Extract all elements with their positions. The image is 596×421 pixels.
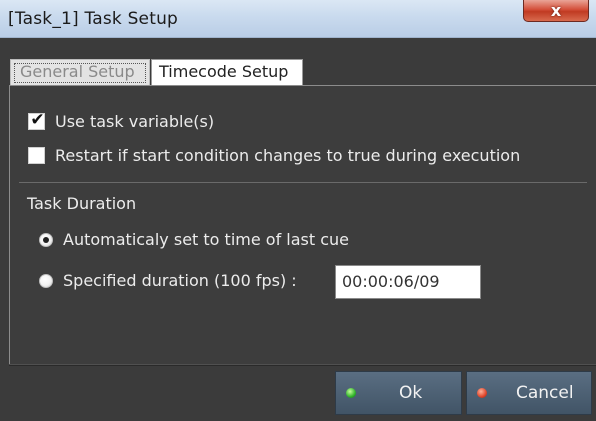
specified-duration-label: Specified duration (100 fps) : bbox=[63, 271, 297, 290]
restart-on-change-row[interactable]: Restart if start condition changes to tr… bbox=[28, 146, 520, 165]
close-button[interactable]: x bbox=[523, 0, 589, 22]
use-task-variables-label: Use task variable(s) bbox=[55, 112, 215, 131]
red-led-icon bbox=[477, 388, 487, 398]
restart-on-change-label: Restart if start condition changes to tr… bbox=[55, 146, 521, 165]
check-icon: ✔ bbox=[30, 110, 45, 130]
auto-duration-radio[interactable] bbox=[39, 232, 53, 247]
title-bar[interactable]: [Task_1] Task Setup x bbox=[0, 0, 596, 38]
auto-duration-label: Automaticaly set to time of last cue bbox=[63, 230, 350, 249]
tab-timecode-setup[interactable]: Timecode Setup bbox=[151, 59, 303, 85]
close-icon: x bbox=[550, 1, 562, 20]
restart-on-change-checkbox[interactable] bbox=[28, 147, 45, 164]
section-divider bbox=[19, 182, 587, 183]
tab-strip: General Setup Timecode Setup bbox=[10, 59, 303, 85]
cancel-button-label: Cancel bbox=[516, 383, 574, 403]
tab-timecode-setup-label: Timecode Setup bbox=[159, 62, 289, 81]
task-duration-heading-row: Task Duration bbox=[27, 194, 136, 213]
tab-general-setup-label: General Setup bbox=[20, 62, 135, 81]
specified-duration-row[interactable]: Specified duration (100 fps) : bbox=[39, 271, 297, 290]
window-title: [Task_1] Task Setup bbox=[8, 9, 179, 29]
task-duration-heading: Task Duration bbox=[27, 194, 137, 213]
tab-general-setup[interactable]: General Setup bbox=[10, 59, 150, 85]
ok-button[interactable]: Ok bbox=[335, 371, 462, 415]
use-task-variables-checkbox[interactable]: ✔ bbox=[28, 110, 45, 130]
ok-button-label: Ok bbox=[399, 383, 423, 403]
green-led-icon bbox=[346, 388, 356, 398]
duration-field[interactable]: 00:00:06/09 bbox=[335, 265, 481, 299]
dialog-client: General Setup Timecode Setup ✔ Use task … bbox=[0, 38, 596, 421]
panel-divider bbox=[9, 364, 596, 366]
specified-duration-radio[interactable] bbox=[39, 273, 53, 288]
use-task-variables-row[interactable]: ✔ Use task variable(s) bbox=[28, 110, 215, 131]
radio-selected-dot bbox=[43, 236, 49, 243]
cancel-button[interactable]: Cancel bbox=[466, 371, 592, 415]
auto-duration-row[interactable]: Automaticaly set to time of last cue bbox=[39, 230, 349, 249]
